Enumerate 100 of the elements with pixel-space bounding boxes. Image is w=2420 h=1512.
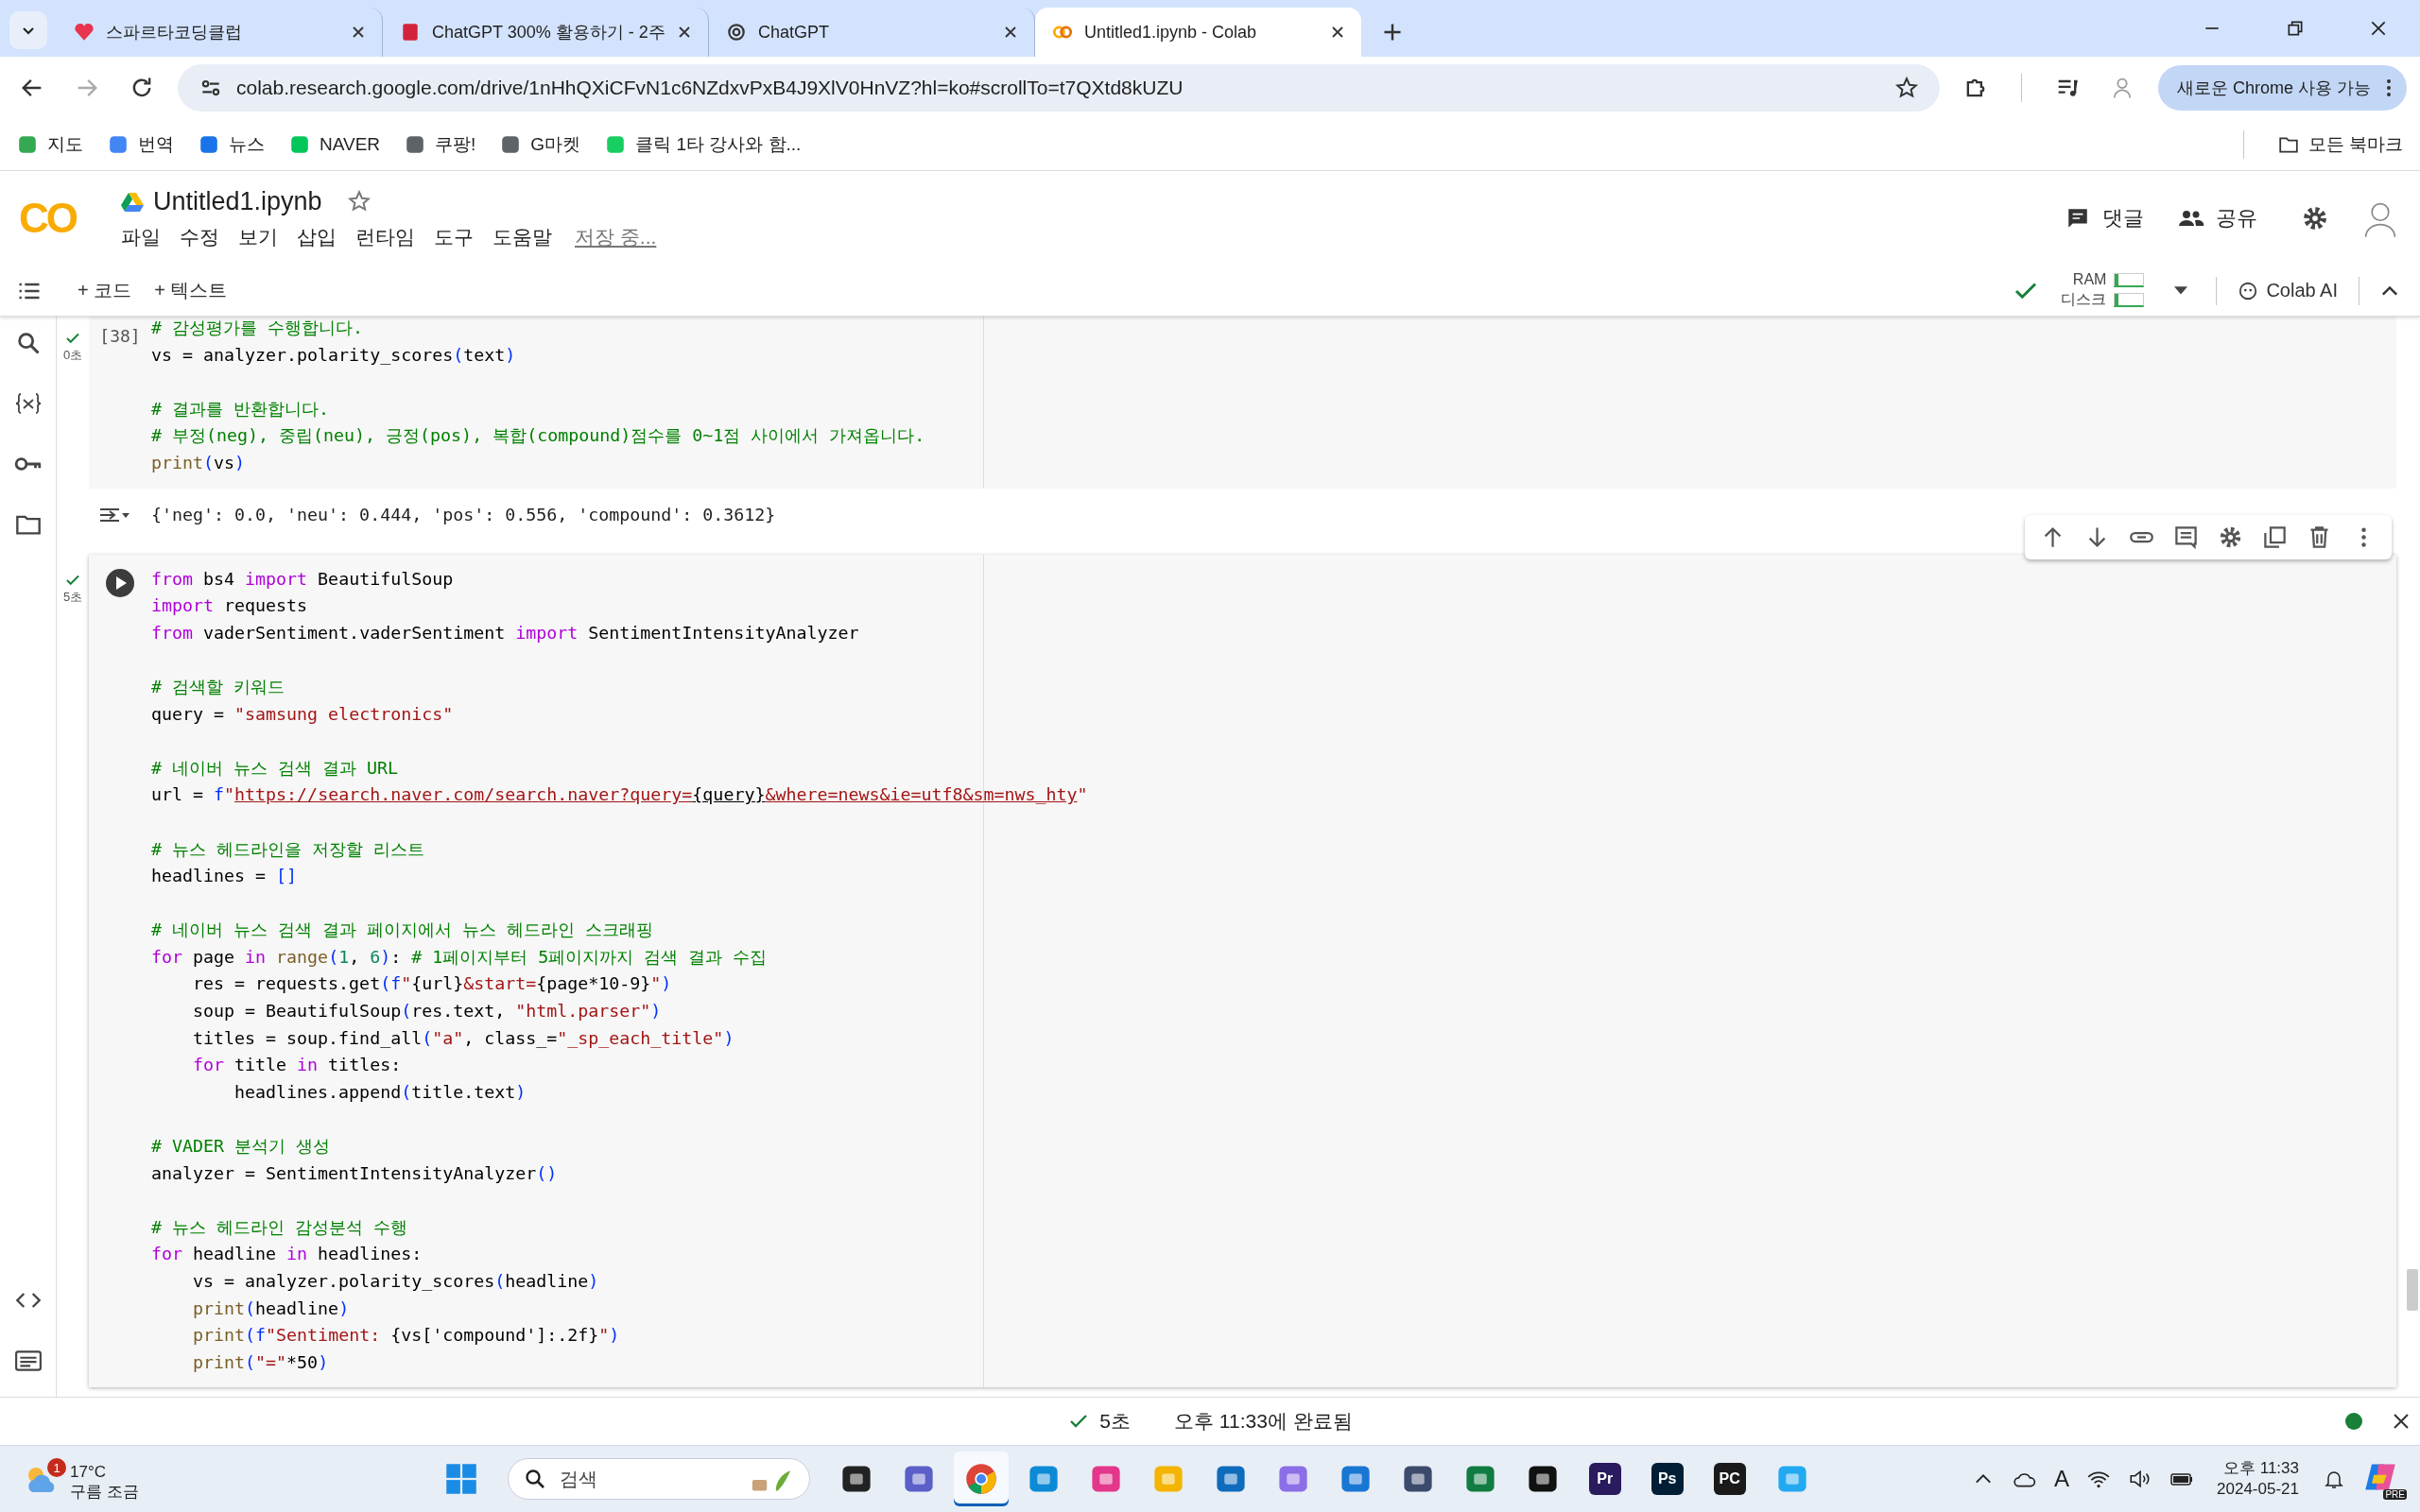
close-icon[interactable] bbox=[1004, 26, 1017, 39]
code-line: import requests bbox=[151, 594, 308, 618]
input-method-indicator[interactable]: A bbox=[2054, 1466, 2070, 1492]
bookmark[interactable]: 클릭 1타 강사와 함... bbox=[605, 132, 802, 157]
close-icon[interactable] bbox=[2392, 1412, 2411, 1431]
code-line: from vaderSentiment.vaderSentiment import SentimentIntensityAnalyzer bbox=[151, 621, 859, 644]
bookmark[interactable]: 지도 bbox=[17, 132, 83, 157]
bookmark[interactable]: 쿠팡! bbox=[405, 132, 476, 157]
clock[interactable]: 오후 11:33 2024-05-21 bbox=[2217, 1458, 2299, 1500]
all-bookmarks-button[interactable]: 모든 북마크 bbox=[2277, 132, 2403, 157]
bookmark[interactable]: 뉴스 bbox=[199, 132, 265, 157]
menu-item[interactable]: 보기 bbox=[238, 223, 278, 250]
connected-status-icon bbox=[2344, 1412, 2363, 1431]
bookmark-label: NAVER bbox=[320, 134, 381, 155]
book-icon bbox=[400, 22, 421, 43]
app-icon: Pr bbox=[1588, 1463, 1621, 1495]
taskbar-app[interactable]: Pr bbox=[1577, 1452, 1633, 1506]
browser-tab[interactable]: ChatGPT 300% 활용하기 - 2주 bbox=[383, 8, 709, 57]
code-line: # 감성평가를 수행합니다. bbox=[151, 317, 364, 339]
colab-ai-button[interactable]: Colab AI bbox=[2226, 280, 2349, 301]
browser-tab[interactable]: 스파르타코딩클럽 bbox=[57, 8, 383, 57]
ram-label: RAM bbox=[2072, 271, 2107, 288]
close-icon[interactable] bbox=[1331, 26, 1344, 39]
code-line: print(vs) bbox=[151, 451, 246, 474]
code-line: # VADER 분석기 생성 bbox=[151, 1135, 331, 1159]
execution-count: [38] bbox=[99, 325, 141, 348]
scrollbar-thumb[interactable] bbox=[2407, 1269, 2418, 1311]
notification-badge: 1 bbox=[47, 1458, 66, 1477]
add-text-button[interactable]: + 텍스트 bbox=[143, 278, 239, 303]
more-icon bbox=[2386, 78, 2392, 97]
run-button[interactable] bbox=[105, 567, 135, 598]
close-icon[interactable] bbox=[678, 26, 691, 39]
add-code-button[interactable]: + 코드 bbox=[66, 278, 144, 303]
code-line: # 검색할 키워드 bbox=[151, 675, 285, 698]
bookmark-label: 클릭 1타 강사와 함... bbox=[635, 133, 802, 156]
menu-item[interactable]: 도구 bbox=[434, 223, 474, 250]
star-icon[interactable] bbox=[1893, 76, 1919, 100]
drive-icon bbox=[121, 191, 144, 212]
code-line: # 뉴스 헤드라인 감성분석 수행 bbox=[151, 1215, 408, 1239]
app-icon: Ps bbox=[1651, 1463, 1684, 1495]
terminal-icon[interactable] bbox=[13, 1348, 43, 1374]
execution-time: 5초 bbox=[1099, 1409, 1131, 1434]
code-line: # 결과를 반환합니다. bbox=[151, 397, 330, 421]
code-line: # 부정(neg), 중립(neu), 긍정(pos), 복합(compound)점수를 0~1점 사이에서 가져옵니다. bbox=[151, 424, 925, 448]
code-line: vs = analyzer.polarity_scores(text) bbox=[151, 343, 516, 367]
output-text: {'neg': 0.0, 'neu': 0.444, 'pos': 0.556, 'compound': 0.3612} bbox=[151, 505, 776, 525]
code-line: # 네이버 뉴스 검색 결과 페이지에서 뉴스 헤드라인 스크래핑 bbox=[151, 919, 654, 942]
heart-icon bbox=[74, 22, 95, 43]
browser-tab[interactable]: Untitled1.ipynb - Colab bbox=[1035, 8, 1361, 57]
star-icon[interactable] bbox=[346, 189, 372, 214]
taskbar-app[interactable]: Ps bbox=[1639, 1452, 1695, 1506]
code-line: soup = BeautifulSoup(res.text, "html.parser") bbox=[192, 1000, 662, 1023]
menu-item[interactable]: 수정 bbox=[180, 223, 219, 250]
menu-item[interactable]: 런타임 bbox=[355, 223, 415, 250]
close-icon[interactable] bbox=[352, 26, 365, 39]
taskbar-app[interactable]: PC bbox=[1702, 1452, 1757, 1506]
mirror-cell-icon[interactable] bbox=[2262, 524, 2288, 550]
code-editor[interactable]: [38] # 감성평가를 수행합니다. vs = analyzer.polarity_scores(text) # 결과를 반환합니다. # 부정(neg), 중립(neu), 긍정(pos), 복합(compound)점수를 0~1점 사이에서 가져옵니다. print(vs) bbox=[89, 317, 2396, 489]
variables-icon[interactable] bbox=[13, 390, 43, 417]
close-icon[interactable] bbox=[2369, 19, 2388, 38]
bookmark-label: 모든 북마크 bbox=[2308, 133, 2403, 156]
tab-title: Untitled1.ipynb - Colab bbox=[1084, 22, 1258, 43]
clock-time: 오후 11:33 bbox=[2223, 1458, 2299, 1479]
code-line: query = "samsung electronics" bbox=[151, 702, 454, 726]
resource-monitor[interactable]: RAM 디스크 bbox=[2061, 271, 2145, 310]
code-line: print(f"Sentiment: {vs['compound']:.2f}") bbox=[192, 1324, 620, 1348]
menu-item[interactable]: 삽입 bbox=[297, 223, 337, 250]
menu-item[interactable]: 도움말 bbox=[493, 223, 552, 250]
search-icon bbox=[523, 1468, 546, 1490]
weather-widget[interactable]: 1 17°C 구름 조금 bbox=[19, 1452, 150, 1505]
save-status-link[interactable]: 저장 중... bbox=[575, 223, 657, 250]
execution-time: 0초 bbox=[62, 347, 83, 364]
dropdown-icon[interactable] bbox=[2174, 285, 2188, 296]
new-tab-icon[interactable] bbox=[1382, 22, 1403, 43]
comment-icon[interactable] bbox=[2173, 524, 2199, 550]
notebook-title[interactable]: Untitled1.ipynb bbox=[153, 186, 322, 216]
url-text: colab.research.google.com/drive/1nHhQXiCFvN1c6NZdxvPxB4J9XlV0HnVZ?hl=ko#scrollTo=t7QXtd8kUZU bbox=[236, 77, 1184, 99]
code-line: for headline in headlines: bbox=[151, 1243, 423, 1266]
settings-icon[interactable] bbox=[2301, 204, 2329, 232]
bookmark[interactable]: G마켓 bbox=[500, 132, 581, 157]
menu-item[interactable]: 파일 bbox=[121, 223, 161, 250]
code-line: analyzer = SentimentIntensityAnalyzer() bbox=[151, 1161, 558, 1185]
bookmark[interactable]: 번역 bbox=[108, 132, 174, 157]
code-line: url = f"https://search.naver.com/search.naver?query={query}&where=news&ie=utf8&sm=nws_hty" bbox=[151, 783, 1088, 807]
tab-title: ChatGPT 300% 활용하기 - 2주 bbox=[432, 22, 666, 43]
share-button[interactable]: 공유 bbox=[2172, 203, 2263, 233]
status-message: 오후 11:33에 완료됨 bbox=[1174, 1409, 1353, 1434]
address-bar[interactable]: colab.research.google.com/drive/1nHhQXiCFvN1c6NZdxvPxB4J9XlV0HnVZ?hl=ko#scrollTo=t7QXtd8kUZU bbox=[178, 64, 1940, 112]
bookmark[interactable]: NAVER bbox=[289, 134, 381, 155]
bookmark-label: 지도 bbox=[47, 133, 83, 156]
code-line: for title in titles: bbox=[192, 1054, 402, 1077]
update-button[interactable]: 새로운 Chrome 사용 가능 bbox=[2157, 65, 2407, 111]
comment-button[interactable]: 댓글 bbox=[2059, 203, 2150, 233]
temperature: 17°C bbox=[70, 1462, 107, 1482]
weather-description: 구름 조금 bbox=[70, 1482, 139, 1502]
clock-date: 2024-05-21 bbox=[2217, 1479, 2299, 1500]
restore-icon[interactable] bbox=[2286, 19, 2305, 38]
code-line: for page in range(1, 6): # 1페이지부터 5페이지까지 검색 결과 수집 bbox=[151, 945, 768, 969]
search-field[interactable]: 검색 bbox=[507, 1458, 810, 1500]
code-line: headlines.append(title.text) bbox=[233, 1080, 527, 1104]
